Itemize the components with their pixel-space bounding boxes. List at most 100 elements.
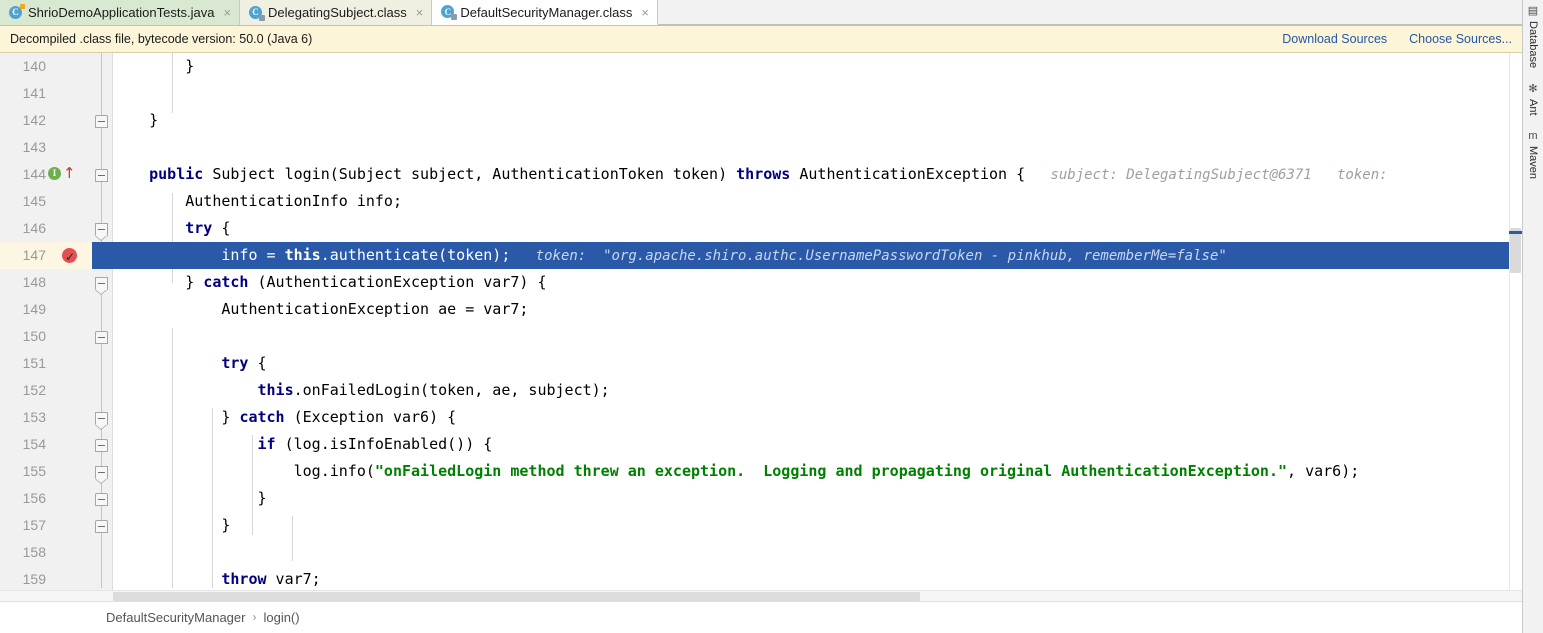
code-token: } bbox=[113, 408, 240, 426]
code-line[interactable]: 156 } bbox=[0, 485, 1522, 512]
code-token: AuthenticationInfo info; bbox=[113, 192, 402, 210]
keyword-token: catch bbox=[239, 408, 285, 426]
code-line[interactable]: 150 bbox=[0, 323, 1522, 350]
code-text: if (log.isInfoEnabled()) { bbox=[113, 431, 493, 458]
line-number: 149 bbox=[22, 301, 46, 317]
keyword-token: throw bbox=[221, 570, 267, 588]
editor-tab-label: DelegatingSubject.class bbox=[268, 5, 407, 20]
tab-bar-filler bbox=[657, 0, 1522, 25]
editor-tab-2[interactable]: C DefaultSecurityManager.class × bbox=[432, 0, 658, 25]
code-line[interactable]: 155 log.info("onFailedLogin method threw… bbox=[0, 458, 1522, 485]
line-number: 147 bbox=[22, 247, 46, 263]
code-line[interactable]: 157 } bbox=[0, 512, 1522, 539]
code-line[interactable]: 148 } catch (AuthenticationException var… bbox=[0, 269, 1522, 296]
editor-tab-0[interactable]: C ShrioDemoApplicationTests.java × bbox=[0, 0, 241, 25]
tool-window-database[interactable]: ▤ Database bbox=[1527, 0, 1539, 78]
code-line[interactable]: 143 bbox=[0, 134, 1522, 161]
tool-window-label: Maven bbox=[1527, 145, 1539, 179]
code-token: } bbox=[113, 57, 195, 75]
java-test-class-icon: C bbox=[9, 3, 25, 20]
breadcrumb-item-class[interactable]: DefaultSecurityManager bbox=[106, 610, 245, 625]
code-token: Subject login(Subject subject, Authentic… bbox=[203, 165, 737, 183]
code-token: log.info( bbox=[113, 462, 375, 480]
code-text: throw var7; bbox=[113, 566, 320, 590]
tab-close-icon[interactable]: × bbox=[416, 5, 424, 20]
code-line[interactable]: 145 AuthenticationInfo info; bbox=[0, 188, 1522, 215]
code-text: } bbox=[113, 485, 266, 512]
line-number: 152 bbox=[22, 382, 46, 398]
keyword-token: catch bbox=[203, 273, 249, 291]
tab-close-icon[interactable]: × bbox=[641, 5, 649, 20]
keyword-token: this bbox=[284, 246, 321, 264]
code-text: } bbox=[113, 512, 230, 539]
breakpoint-icon[interactable] bbox=[62, 244, 77, 271]
decompiled-badge bbox=[451, 14, 458, 20]
code-token: AuthenticationException ae = var7; bbox=[113, 300, 529, 318]
code-line[interactable]: 158 bbox=[0, 539, 1522, 566]
code-token: (AuthenticationException var7) { bbox=[248, 273, 547, 291]
code-line[interactable]: 141 bbox=[0, 80, 1522, 107]
code-line[interactable]: 140 } bbox=[0, 53, 1522, 80]
line-number: 143 bbox=[22, 139, 46, 155]
ant-icon: ✻ bbox=[1528, 83, 1538, 96]
code-line[interactable]: 159 throw var7; bbox=[0, 566, 1522, 590]
download-sources-link[interactable]: Download Sources bbox=[1282, 32, 1387, 46]
code-text: } catch (AuthenticationException var7) { bbox=[113, 269, 546, 296]
code-text: AuthenticationException ae = var7; bbox=[113, 296, 528, 323]
tab-close-icon[interactable]: × bbox=[223, 5, 231, 20]
code-text: public Subject login(Subject subject, Au… bbox=[113, 161, 1387, 189]
line-number: 145 bbox=[22, 193, 46, 209]
ide-window: C ShrioDemoApplicationTests.java × C Del… bbox=[0, 0, 1543, 633]
breadcrumb-item-method[interactable]: login() bbox=[263, 610, 299, 625]
horizontal-scrollbar-thumb[interactable] bbox=[113, 592, 920, 601]
code-text: } bbox=[113, 107, 158, 134]
code-token: AuthenticationException { bbox=[790, 165, 1026, 183]
tool-window-maven[interactable]: m Maven bbox=[1527, 126, 1539, 189]
line-number: 158 bbox=[22, 544, 46, 560]
line-number: 151 bbox=[22, 355, 46, 371]
code-editor[interactable]: 140 } 141 142 } 143 144 I ↑ public Subject log… bbox=[0, 53, 1522, 590]
override-arrow-icon[interactable]: ↑ bbox=[63, 166, 76, 182]
editor-vertical-scrollbar[interactable] bbox=[1509, 53, 1522, 590]
code-line[interactable]: 146 try { bbox=[0, 215, 1522, 242]
code-line[interactable]: 153 } catch (Exception var6) { bbox=[0, 404, 1522, 431]
line-number: 155 bbox=[22, 463, 46, 479]
choose-sources-link[interactable]: Choose Sources... bbox=[1409, 32, 1512, 46]
code-line[interactable]: 147 info = this.authenticate(token); tok… bbox=[0, 242, 1522, 271]
code-text: info = this.authenticate(token); token: … bbox=[113, 242, 1226, 270]
code-token: } bbox=[113, 516, 231, 534]
line-number: 150 bbox=[22, 328, 46, 344]
editor-horizontal-scrollbar[interactable] bbox=[0, 590, 1522, 601]
notification-message: Decompiled .class file, bytecode version… bbox=[10, 32, 313, 46]
vertical-scrollbar-thumb[interactable] bbox=[1510, 228, 1521, 273]
code-line[interactable]: 144 I ↑ public Subject login(Subject subje… bbox=[0, 161, 1522, 188]
code-line[interactable]: 142 } bbox=[0, 107, 1522, 134]
code-text: } bbox=[113, 53, 194, 80]
test-badge bbox=[20, 3, 25, 9]
editor-tab-bar: C ShrioDemoApplicationTests.java × C Del… bbox=[0, 0, 1522, 26]
right-tool-window-bar: ▤ Database ✻ Ant m Maven bbox=[1522, 0, 1543, 633]
code-text: this.onFailedLogin(token, ae, subject); bbox=[113, 377, 610, 404]
code-line[interactable]: 151 try { bbox=[0, 350, 1522, 377]
code-token: .onFailedLogin(token, ae, subject); bbox=[293, 381, 610, 399]
implementing-method-icon[interactable]: I bbox=[48, 167, 61, 180]
tool-window-label: Database bbox=[1527, 21, 1539, 69]
line-number: 156 bbox=[22, 490, 46, 506]
code-line[interactable]: 149 AuthenticationException ae = var7; bbox=[0, 296, 1522, 323]
code-token: { bbox=[212, 219, 231, 237]
line-number: 159 bbox=[22, 571, 46, 587]
keyword-token: throws bbox=[736, 165, 791, 183]
tool-window-ant[interactable]: ✻ Ant bbox=[1527, 78, 1539, 126]
line-number: 157 bbox=[22, 517, 46, 533]
decompiled-notification-bar: Decompiled .class file, bytecode version… bbox=[0, 26, 1522, 53]
tool-window-label: Ant bbox=[1527, 99, 1539, 116]
code-line[interactable]: 152 this.onFailedLogin(token, ae, subjec… bbox=[0, 377, 1522, 404]
code-token: } bbox=[113, 273, 204, 291]
editor-tab-1[interactable]: C DelegatingSubject.class × bbox=[240, 0, 433, 25]
selection-marker[interactable] bbox=[1509, 231, 1522, 234]
code-line[interactable]: 154 if (log.isInfoEnabled()) { bbox=[0, 431, 1522, 458]
code-token: (log.isInfoEnabled()) { bbox=[275, 435, 493, 453]
keyword-token: this bbox=[257, 381, 294, 399]
